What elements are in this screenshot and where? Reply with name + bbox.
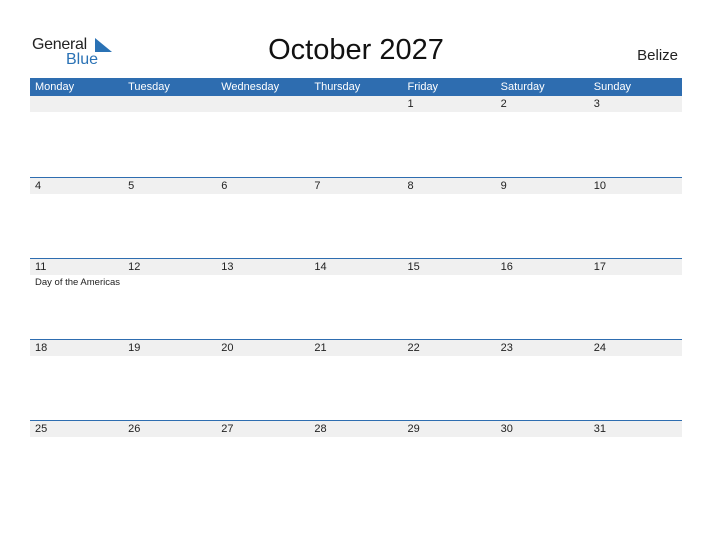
day-number: 13 — [221, 261, 234, 273]
holiday-label — [123, 437, 216, 438]
holiday-label — [403, 275, 496, 289]
day-number: 17 — [593, 261, 606, 273]
holiday-label — [309, 437, 402, 438]
day-number: 5 — [128, 180, 135, 192]
holiday-label — [216, 437, 309, 438]
day-number: 8 — [407, 180, 414, 192]
week-row: 18 19 20 21 22 23 24 — [30, 339, 682, 420]
day-number: 6 — [221, 180, 228, 192]
weekday-tuesday: Tuesday — [128, 81, 170, 93]
weekday-friday: Friday — [407, 81, 439, 93]
day-number: 18 — [35, 342, 48, 354]
event-row: Day of the Americas — [30, 275, 682, 289]
day-number: 25 — [35, 423, 48, 435]
holiday-label — [123, 112, 216, 113]
day-number-row: 25 26 27 28 29 30 31 — [30, 421, 682, 437]
holiday-label — [309, 356, 402, 357]
day-number: 29 — [407, 423, 420, 435]
holiday-label — [589, 194, 682, 195]
holiday-label — [589, 437, 682, 438]
day-number: 22 — [407, 342, 420, 354]
holiday-label — [30, 194, 123, 195]
holiday-label — [496, 194, 589, 195]
holiday-label — [589, 112, 682, 113]
day-number: 31 — [593, 423, 606, 435]
day-number: 4 — [35, 180, 42, 192]
holiday-label — [496, 356, 589, 357]
day-number: 7 — [314, 180, 321, 192]
week-row: 25 26 27 28 29 30 31 — [30, 420, 682, 501]
weekday-wednesday: Wednesday — [221, 81, 280, 93]
day-number — [30, 96, 123, 112]
event-row — [30, 356, 682, 357]
day-number: 1 — [407, 98, 414, 110]
holiday-label — [496, 275, 589, 289]
holiday-label — [403, 112, 496, 113]
day-number: 2 — [500, 98, 507, 110]
holiday-label — [216, 275, 309, 289]
day-number: 20 — [221, 342, 234, 354]
day-number-row: 4 5 6 7 8 9 10 — [30, 178, 682, 194]
holiday-label — [123, 275, 216, 289]
day-number: 10 — [593, 180, 606, 192]
day-number: 24 — [593, 342, 606, 354]
day-number: 28 — [314, 423, 327, 435]
event-row — [30, 194, 682, 195]
day-number: 12 — [128, 261, 141, 273]
holiday-label — [496, 437, 589, 438]
day-number: 19 — [128, 342, 141, 354]
holiday-label — [30, 356, 123, 357]
holiday-label — [309, 275, 402, 289]
day-number: 3 — [593, 98, 600, 110]
day-number: 23 — [500, 342, 513, 354]
holiday-label — [216, 356, 309, 357]
day-number: 14 — [314, 261, 327, 273]
weekday-monday: Monday — [35, 81, 75, 93]
holiday-label — [309, 194, 402, 195]
day-number — [216, 96, 309, 112]
week-row: 11 12 13 14 15 16 17 Day of the Americas — [30, 258, 682, 339]
day-number: 9 — [500, 180, 507, 192]
day-number: 26 — [128, 423, 141, 435]
holiday-label — [496, 112, 589, 113]
week-row: 1 2 3 — [30, 96, 682, 177]
holiday-label — [30, 112, 123, 113]
holiday-label — [589, 275, 682, 289]
day-number — [309, 96, 402, 112]
holiday-label — [123, 356, 216, 357]
holiday-label — [403, 194, 496, 195]
calendar-grid: Monday Tuesday Wednesday Thursday Friday… — [30, 78, 682, 501]
day-number: 15 — [407, 261, 420, 273]
day-number: 21 — [314, 342, 327, 354]
day-number: 27 — [221, 423, 234, 435]
weekday-saturday: Saturday — [500, 81, 545, 93]
day-number-row: 1 2 3 — [30, 96, 682, 112]
country-label: Belize — [637, 47, 678, 64]
holiday-label — [403, 356, 496, 357]
holiday-label — [589, 356, 682, 357]
day-number-row: 11 12 13 14 15 16 17 — [30, 259, 682, 275]
holiday-label — [30, 437, 123, 438]
weekday-header: Monday Tuesday Wednesday Thursday Friday… — [30, 78, 682, 96]
holiday-label — [309, 112, 402, 113]
day-number-row: 18 19 20 21 22 23 24 — [30, 340, 682, 356]
holiday-label — [123, 194, 216, 195]
event-row — [30, 437, 682, 438]
event-row — [30, 112, 682, 113]
week-row: 4 5 6 7 8 9 10 — [30, 177, 682, 258]
calendar-title: October 2027 — [268, 34, 444, 66]
day-number: 30 — [500, 423, 513, 435]
holiday-label: Day of the Americas — [35, 277, 121, 288]
weekday-sunday: Sunday — [593, 81, 632, 93]
holiday-label — [216, 194, 309, 195]
holiday-label — [403, 437, 496, 438]
day-number: 16 — [500, 261, 513, 273]
day-number — [123, 96, 216, 112]
weekday-thursday: Thursday — [314, 81, 361, 93]
day-number: 11 — [35, 261, 47, 273]
holiday-label — [216, 112, 309, 113]
